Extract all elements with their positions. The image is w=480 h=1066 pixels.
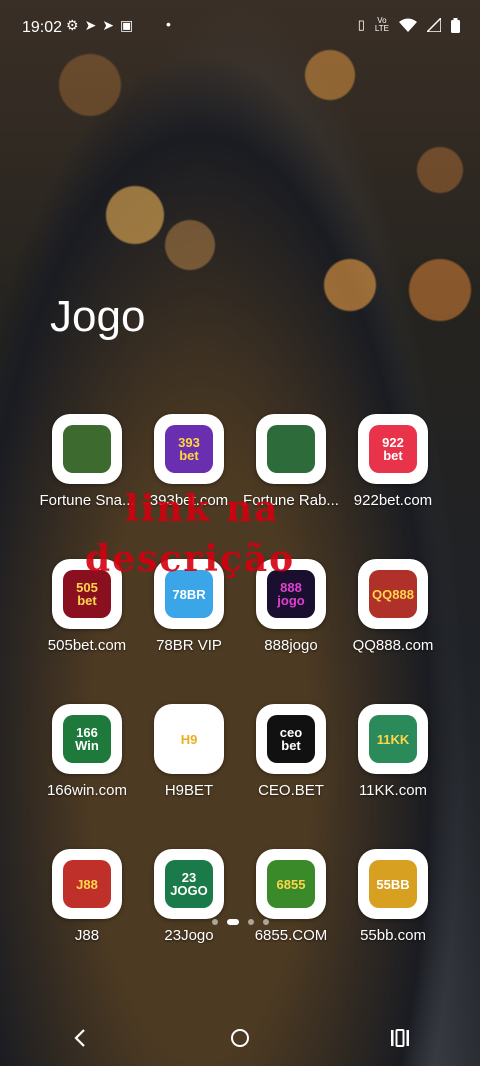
- more-notifications-icon: •: [166, 16, 171, 32]
- sim-icon: ▣: [120, 17, 140, 33]
- app-shortcut[interactable]: ceo bet CEO.BET: [240, 704, 342, 799]
- home-icon: [231, 1029, 249, 1047]
- app-label: QQ888.com: [352, 637, 434, 654]
- app-icon[interactable]: 888 jogo: [256, 559, 326, 629]
- app-label: 6855.COM: [254, 927, 328, 944]
- app-logo: [63, 425, 111, 473]
- telegram-icon: ➤: [102, 17, 121, 33]
- app-label: 11KK.com: [358, 782, 428, 799]
- page-dot[interactable]: [262, 919, 269, 925]
- app-icon[interactable]: QQ888: [358, 559, 428, 629]
- system-icons: ▯ Vo LTE: [358, 17, 460, 33]
- app-shortcut[interactable]: 888 jogo 888jogo: [240, 559, 342, 654]
- app-icon[interactable]: 55BB: [358, 849, 428, 919]
- app-icon[interactable]: 6855: [256, 849, 326, 919]
- app-icon[interactable]: [256, 414, 326, 484]
- app-logo: ceo bet: [267, 715, 315, 763]
- app-shortcut[interactable]: Fortune Rab...: [240, 414, 342, 509]
- app-label: 393bet.com: [149, 492, 229, 509]
- app-icon[interactable]: 23 JOGO: [154, 849, 224, 919]
- app-logo: 393 bet: [165, 425, 213, 473]
- app-icon[interactable]: ceo bet: [256, 704, 326, 774]
- recents-button[interactable]: [380, 1018, 420, 1058]
- volte-icon: Vo LTE: [374, 16, 389, 33]
- app-label: 888jogo: [264, 637, 318, 654]
- page-dot[interactable]: [211, 919, 218, 925]
- app-label: CEO.BET: [258, 782, 324, 799]
- notification-icons: ⚙➤➤▣: [66, 17, 139, 34]
- app-logo: 55BB: [369, 860, 417, 908]
- app-logo: [267, 425, 315, 473]
- app-logo: 166 Win: [63, 715, 111, 763]
- app-logo: H9: [165, 715, 213, 763]
- back-button[interactable]: [60, 1018, 100, 1058]
- app-icon[interactable]: [52, 414, 122, 484]
- app-shortcut[interactable]: 55BB 55bb.com: [342, 849, 444, 944]
- app-label: H9BET: [164, 782, 214, 799]
- app-logo: 78BR: [165, 570, 213, 618]
- app-icon[interactable]: 11KK: [358, 704, 428, 774]
- page-dot[interactable]: [247, 919, 254, 925]
- app-label: 23Jogo: [164, 927, 214, 944]
- app-label: 922bet.com: [353, 492, 433, 509]
- app-logo: 922 bet: [369, 425, 417, 473]
- app-label: 55bb.com: [360, 927, 426, 944]
- app-grid: Fortune Sna... 393 bet 393bet.com Fortune R…: [36, 414, 444, 944]
- app-icon[interactable]: J88: [52, 849, 122, 919]
- app-icon[interactable]: 78BR: [154, 559, 224, 629]
- back-icon: [74, 1029, 85, 1047]
- app-label: 166win.com: [46, 782, 128, 799]
- app-logo: J88: [63, 860, 111, 908]
- app-icon[interactable]: 393 bet: [154, 414, 224, 484]
- app-shortcut[interactable]: QQ888 QQ888.com: [342, 559, 444, 654]
- home-button[interactable]: [220, 1018, 260, 1058]
- navigation-bar: [0, 1010, 480, 1066]
- wifi-icon: [399, 18, 417, 32]
- app-shortcut[interactable]: Fortune Sna...: [36, 414, 138, 509]
- app-logo: 888 jogo: [267, 570, 315, 618]
- app-shortcut[interactable]: 23 JOGO 23Jogo: [138, 849, 240, 944]
- app-logo: 6855: [267, 860, 315, 908]
- battery-icon: [451, 17, 460, 33]
- app-icon[interactable]: 505 bet: [52, 559, 122, 629]
- app-shortcut[interactable]: 78BR 78BR VIP: [138, 559, 240, 654]
- app-shortcut[interactable]: 393 bet 393bet.com: [138, 414, 240, 509]
- page-indicator[interactable]: [0, 919, 480, 925]
- vibrate-icon: ▯: [357, 17, 365, 32]
- app-label: Fortune Rab...: [243, 492, 339, 509]
- app-shortcut[interactable]: 11KK 11KK.com: [342, 704, 444, 799]
- app-icon[interactable]: 922 bet: [358, 414, 428, 484]
- app-shortcut[interactable]: 505 bet 505bet.com: [36, 559, 138, 654]
- app-label: 78BR VIP: [156, 637, 222, 654]
- app-label: Fortune Sna...: [39, 492, 135, 509]
- app-shortcut[interactable]: 922 bet 922bet.com: [342, 414, 444, 509]
- app-label: 505bet.com: [47, 637, 127, 654]
- recents-icon: [391, 1029, 409, 1047]
- app-logo: 23 JOGO: [165, 860, 213, 908]
- app-label: J88: [74, 927, 100, 944]
- app-shortcut[interactable]: 6855 6855.COM: [240, 849, 342, 944]
- app-shortcut[interactable]: 166 Win 166win.com: [36, 704, 138, 799]
- page-dot[interactable]: [226, 919, 239, 925]
- signal-icon: [427, 18, 441, 32]
- app-shortcut[interactable]: J88 J88: [36, 849, 138, 944]
- app-shortcut[interactable]: H9 H9BET: [138, 704, 240, 799]
- status-time: 19:02: [22, 19, 63, 36]
- app-logo: QQ888: [369, 570, 417, 618]
- folder-title[interactable]: Jogo: [50, 292, 145, 342]
- status-bar: 19:02 ⚙➤➤▣ • ▯ Vo LTE: [0, 0, 480, 56]
- settings-icon: ⚙: [66, 17, 85, 33]
- app-logo: 11KK: [369, 715, 417, 763]
- app-icon[interactable]: 166 Win: [52, 704, 122, 774]
- app-logo: 505 bet: [63, 570, 111, 618]
- app-icon[interactable]: H9: [154, 704, 224, 774]
- telegram-icon: ➤: [84, 17, 103, 33]
